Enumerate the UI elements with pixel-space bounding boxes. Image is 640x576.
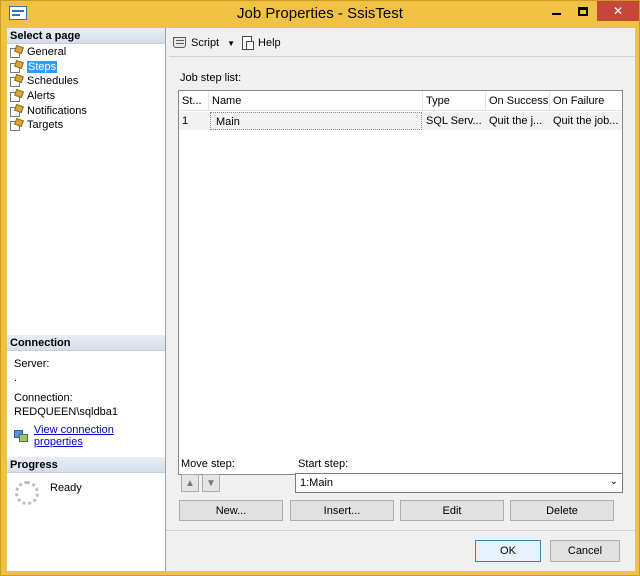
column-header-step[interactable]: St... [179, 91, 209, 111]
ok-button[interactable]: OK [475, 540, 541, 562]
minimize-icon [551, 13, 561, 15]
page-item-alerts[interactable]: Alerts [10, 88, 87, 104]
arrow-up-icon: ▲ [185, 477, 195, 489]
column-header-type[interactable]: Type [423, 91, 486, 111]
close-icon: ✕ [612, 4, 624, 18]
page-item-general[interactable]: General [10, 45, 87, 60]
table-row[interactable]: 1 Main SQL Serv... Quit the j... Quit th… [179, 112, 622, 130]
column-header-on-success[interactable]: On Success [486, 91, 550, 111]
connection-label: Connection: [14, 392, 73, 404]
job-step-list-label: Job step list: [180, 72, 242, 84]
view-connection-properties-link[interactable]: View connection properties [14, 424, 165, 448]
cancel-button[interactable]: Cancel [550, 540, 620, 562]
page-item-label: Targets [27, 119, 64, 132]
script-button[interactable]: Script ▼ [173, 36, 235, 50]
server-label: Server: [14, 358, 50, 370]
arrow-down-icon: ▼ [206, 477, 216, 489]
page-icon [10, 59, 24, 73]
cell-type: SQL Serv... [426, 115, 482, 127]
column-header-name[interactable]: Name [209, 91, 423, 111]
start-step-dropdown[interactable]: 1:Main ⌄ [295, 473, 623, 493]
start-step-value: 1:Main [300, 477, 334, 489]
page-icon [10, 103, 24, 117]
dialog-client-area: Select a page General Steps Schedules Al… [7, 28, 635, 571]
cell-name: Main [210, 112, 422, 130]
page-icon [10, 88, 24, 103]
move-step-up-button[interactable]: ▲ [181, 474, 199, 492]
chevron-down-icon[interactable]: ▼ [227, 39, 235, 48]
select-page-header: Select a page [7, 28, 165, 44]
connection-value: REDQUEEN\sqldba1 [14, 405, 118, 418]
page-item-schedules[interactable]: Schedules [10, 74, 87, 89]
title-bar[interactable]: Job Properties - SsisTest ✕ [1, 1, 639, 27]
page-icon [10, 74, 24, 88]
progress-header: Progress [7, 457, 165, 473]
cell-step: 1 [182, 115, 189, 127]
edit-step-button[interactable]: Edit [400, 500, 504, 521]
script-label: Script [191, 37, 220, 49]
move-step-label: Move step: [181, 458, 235, 470]
view-connection-properties-label: View connection properties [33, 424, 114, 448]
maximize-icon [578, 6, 588, 16]
list-header: St... Name Type On Success On Failure [179, 91, 622, 111]
connection-properties-icon [14, 430, 28, 442]
cell-on-success: Quit the j... [489, 115, 543, 127]
footer-divider [166, 530, 635, 531]
new-step-button[interactable]: New... [179, 500, 283, 521]
page-item-label: Steps [27, 60, 58, 73]
chevron-down-icon: ⌄ [609, 476, 618, 487]
page-item-targets[interactable]: Targets [10, 118, 87, 133]
page-item-label: General [27, 46, 67, 59]
help-label: Help [258, 37, 281, 49]
connection-info: Server: . Connection: REDQUEEN\sqldba1 [14, 358, 164, 419]
job-properties-window: Job Properties - SsisTest ✕ Select a pag… [0, 0, 640, 576]
maximize-button[interactable] [569, 1, 597, 21]
column-header-on-failure[interactable]: On Failure [550, 91, 622, 111]
connection-header: Connection [7, 335, 165, 351]
page-item-notifications[interactable]: Notifications [10, 103, 87, 118]
delete-step-button[interactable]: Delete [510, 500, 614, 521]
toolbar-divider [169, 56, 635, 57]
page-item-label: Schedules [27, 75, 79, 88]
page-list: General Steps Schedules Alerts Notificat… [10, 45, 87, 133]
left-panel: Select a page General Steps Schedules Al… [7, 28, 166, 571]
server-value: . [14, 371, 18, 384]
cell-on-failure: Quit the job... [553, 115, 619, 127]
page-item-label: Notifications [27, 104, 87, 117]
progress-spinner-icon [15, 481, 39, 505]
move-step-down-button[interactable]: ▼ [202, 474, 220, 492]
close-button[interactable]: ✕ [597, 1, 639, 21]
job-step-list[interactable]: St... Name Type On Success On Failure 1 … [178, 90, 623, 475]
minimize-button[interactable] [542, 1, 570, 21]
page-icon [10, 45, 24, 59]
page-item-label: Alerts [27, 90, 56, 103]
start-step-label: Start step: [298, 458, 349, 470]
insert-step-button[interactable]: Insert... [290, 500, 394, 521]
help-icon [241, 35, 255, 51]
page-icon [10, 118, 24, 132]
help-button[interactable]: Help [241, 35, 281, 51]
page-item-steps[interactable]: Steps [10, 59, 87, 75]
progress-status: Ready [50, 482, 82, 494]
toolbar: Script ▼ Help [173, 33, 287, 53]
script-icon [173, 36, 188, 50]
